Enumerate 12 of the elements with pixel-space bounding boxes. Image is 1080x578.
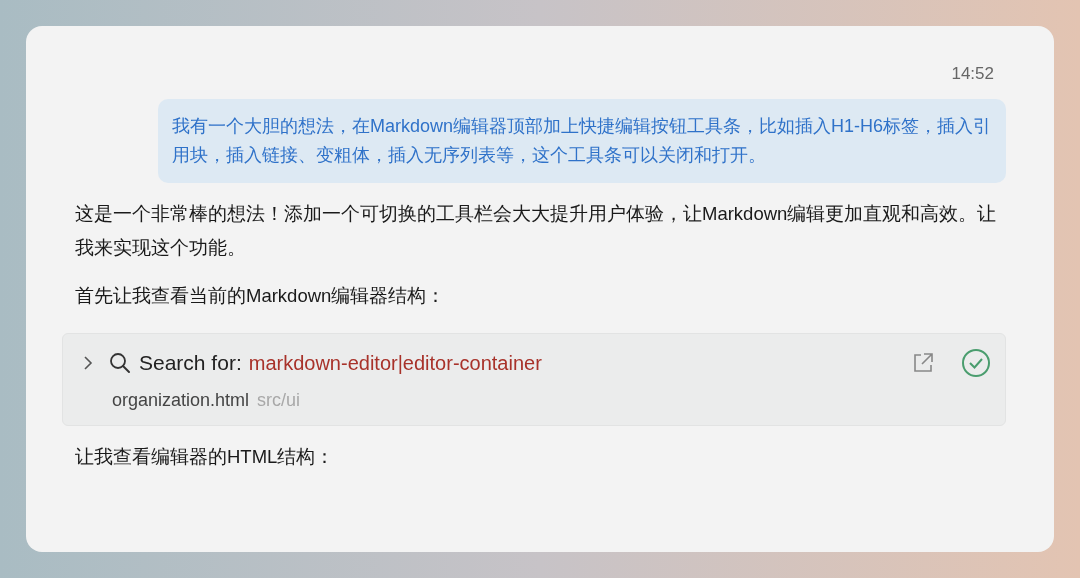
search-label: Search for: <box>139 351 242 375</box>
search-icon <box>109 352 131 374</box>
user-message: 我有一个大胆的想法，在Markdown编辑器顶部加上快捷编辑按钮工具条，比如插入H1-H6标签，插入引用块，插入链接、变粗体，插入无序列表等，这个工具条可以关闭和打开。 <box>158 99 1006 183</box>
search-query: markdown-editor|editor-container <box>248 351 542 375</box>
file-path: src/ui <box>257 390 301 411</box>
assistant-text: 这是一个非常棒的想法！添加一个可切换的工具栏会大大提升用户体验，让Markdown编辑更加直观和高效。让我来实现这个功能。 <box>75 202 998 260</box>
file-name[interactable]: organization.html <box>112 390 250 411</box>
assistant-text: 首先让我查看当前的Markdown编辑器结构： <box>75 284 447 308</box>
message-time: 14:52 <box>951 64 994 84</box>
chevron-icon[interactable] <box>83 355 93 371</box>
external-link-icon[interactable] <box>911 351 935 375</box>
assistant-text: 让我查看编辑器的HTML结构： <box>75 445 336 469</box>
